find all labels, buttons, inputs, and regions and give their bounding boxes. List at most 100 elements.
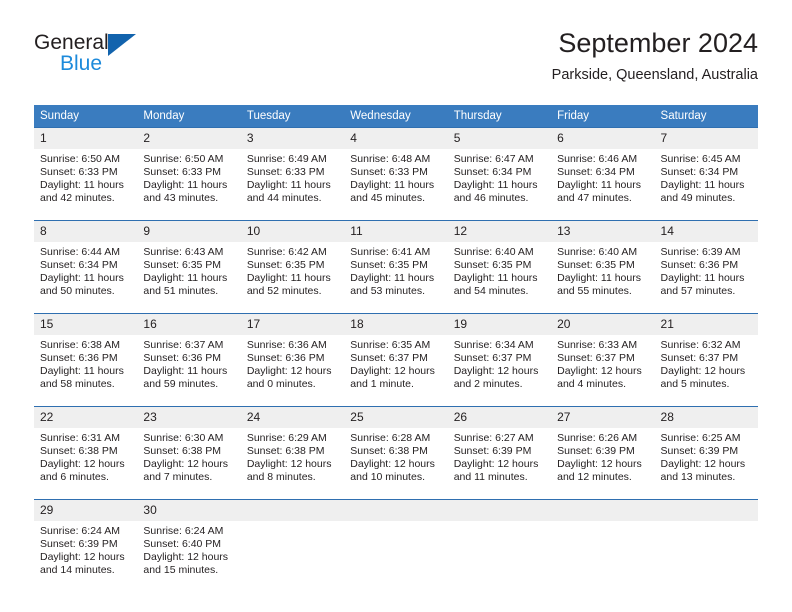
day-cell[interactable]: 1 Sunrise: 6:50 AM Sunset: 6:33 PM Daylight… xyxy=(34,127,138,211)
day-number: 13 xyxy=(551,221,655,242)
day-cell[interactable]: 9 Sunrise: 6:43 AM Sunset: 6:35 PM Daylight… xyxy=(137,220,241,304)
day-cell-empty xyxy=(240,499,345,583)
day-cell[interactable]: 11 Sunrise: 6:41 AM Sunset: 6:35 PM Dayligh… xyxy=(344,220,448,304)
calendar-cell: 12 Sunrise: 6:40 AM Sunset: 6:35 PM Dayligh… xyxy=(447,220,552,304)
day-cell[interactable]: 21 Sunrise: 6:32 AM Sunset: 6:37 PM Dayligh… xyxy=(654,313,758,397)
daylight-text: Daylight: 12 hours and 0 minutes. xyxy=(246,365,332,391)
sunset-text: Sunset: 6:37 PM xyxy=(453,352,532,365)
day-details: Sunrise: 6:40 AM Sunset: 6:35 PM Daylight:… xyxy=(448,242,551,298)
daylight-text: Daylight: 12 hours and 12 minutes. xyxy=(557,458,642,484)
sunrise-text: Sunrise: 6:42 AM xyxy=(246,246,327,258)
sunrise-text: Sunrise: 6:40 AM xyxy=(557,246,638,258)
day-details: Sunrise: 6:44 AM Sunset: 6:34 PM Daylight:… xyxy=(34,242,137,298)
day-details: Sunrise: 6:46 AM Sunset: 6:34 PM Daylight:… xyxy=(551,149,654,205)
day-cell[interactable]: 24 Sunrise: 6:29 AM Sunset: 6:38 PM Dayligh… xyxy=(240,406,345,490)
day-cell[interactable]: 28 Sunrise: 6:25 AM Sunset: 6:39 PM Dayligh… xyxy=(654,406,758,490)
page-title: September 2024 xyxy=(558,28,758,58)
day-cell[interactable]: 23 Sunrise: 6:30 AM Sunset: 6:38 PM Dayligh… xyxy=(137,406,241,490)
weekday-header-monday: Monday xyxy=(137,105,241,127)
sunset-text: Sunset: 6:38 PM xyxy=(40,445,118,458)
week-spacer-cell xyxy=(344,211,448,220)
day-cell[interactable]: 20 Sunrise: 6:33 AM Sunset: 6:37 PM Dayligh… xyxy=(551,313,655,397)
week-spacer-cell xyxy=(240,397,345,406)
week-spacer-cell xyxy=(654,304,758,313)
sunrise-text: Sunrise: 6:47 AM xyxy=(453,153,534,165)
sunset-text: Sunset: 6:36 PM xyxy=(246,352,325,365)
day-cell[interactable]: 3 Sunrise: 6:49 AM Sunset: 6:33 PM Daylight… xyxy=(240,127,345,211)
sunrise-text: Sunrise: 6:48 AM xyxy=(350,153,431,165)
day-cell[interactable]: 10 Sunrise: 6:42 AM Sunset: 6:35 PM Dayligh… xyxy=(240,220,345,304)
sunset-text: Sunset: 6:33 PM xyxy=(350,166,428,179)
brand-logo[interactable]: General Blue xyxy=(34,32,234,92)
day-number: 26 xyxy=(447,407,552,428)
daylight-text: Daylight: 11 hours and 52 minutes. xyxy=(246,272,331,298)
day-number xyxy=(447,500,552,521)
day-cell[interactable]: 15 Sunrise: 6:38 AM Sunset: 6:36 PM Dayligh… xyxy=(34,313,138,397)
day-number: 16 xyxy=(137,314,241,335)
day-cell[interactable]: 29 Sunrise: 6:24 AM Sunset: 6:39 PM Dayligh… xyxy=(34,499,138,583)
daylight-text: Daylight: 12 hours and 2 minutes. xyxy=(453,365,539,391)
day-cell[interactable]: 8 Sunrise: 6:44 AM Sunset: 6:34 PM Daylight… xyxy=(34,220,138,304)
day-number: 5 xyxy=(447,128,552,149)
sunrise-text: Sunrise: 6:44 AM xyxy=(40,246,120,258)
calendar-cell: 19 Sunrise: 6:34 AM Sunset: 6:37 PM Dayligh… xyxy=(447,313,552,397)
calendar-cell: 28 Sunrise: 6:25 AM Sunset: 6:39 PM Dayligh… xyxy=(654,406,758,490)
sunset-text: Sunset: 6:34 PM xyxy=(40,259,118,272)
day-cell[interactable]: 5 Sunrise: 6:47 AM Sunset: 6:34 PM Daylight… xyxy=(447,127,552,211)
week-spacer xyxy=(34,211,758,220)
day-number: 19 xyxy=(447,314,552,335)
week-spacer-cell xyxy=(447,304,552,313)
day-cell[interactable]: 22 Sunrise: 6:31 AM Sunset: 6:38 PM Dayligh… xyxy=(34,406,138,490)
daylight-text: Daylight: 12 hours and 6 minutes. xyxy=(40,458,125,484)
day-number: 18 xyxy=(344,314,448,335)
daylight-text: Daylight: 12 hours and 7 minutes. xyxy=(143,458,229,484)
day-number xyxy=(654,500,758,521)
day-cell[interactable]: 12 Sunrise: 6:40 AM Sunset: 6:35 PM Dayligh… xyxy=(447,220,552,304)
sunrise-text: Sunrise: 6:41 AM xyxy=(350,246,431,258)
day-cell[interactable]: 14 Sunrise: 6:39 AM Sunset: 6:36 PM Dayligh… xyxy=(654,220,758,304)
daylight-text: Daylight: 11 hours and 50 minutes. xyxy=(40,272,124,298)
day-cell[interactable]: 13 Sunrise: 6:40 AM Sunset: 6:35 PM Dayligh… xyxy=(551,220,655,304)
day-cell[interactable]: 30 Sunrise: 6:24 AM Sunset: 6:40 PM Dayligh… xyxy=(137,499,241,583)
day-cell[interactable]: 18 Sunrise: 6:35 AM Sunset: 6:37 PM Dayligh… xyxy=(344,313,448,397)
sunset-text: Sunset: 6:35 PM xyxy=(143,259,222,272)
day-cell[interactable]: 4 Sunrise: 6:48 AM Sunset: 6:33 PM Daylight… xyxy=(344,127,448,211)
day-number: 8 xyxy=(34,221,138,242)
sunset-text: Sunset: 6:39 PM xyxy=(453,445,532,458)
sunset-text: Sunset: 6:39 PM xyxy=(660,445,739,458)
calendar-cell xyxy=(447,499,552,583)
week-spacer-cell xyxy=(654,397,758,406)
sunset-text: Sunset: 6:35 PM xyxy=(557,259,635,272)
calendar-cell xyxy=(240,499,345,583)
day-cell[interactable]: 19 Sunrise: 6:34 AM Sunset: 6:37 PM Dayligh… xyxy=(447,313,552,397)
week-spacer xyxy=(34,397,758,406)
day-cell[interactable]: 7 Sunrise: 6:45 AM Sunset: 6:34 PM Daylight… xyxy=(654,127,758,211)
daylight-text: Daylight: 12 hours and 11 minutes. xyxy=(453,458,539,484)
calendar-cell: 9 Sunrise: 6:43 AM Sunset: 6:35 PM Daylight… xyxy=(137,220,241,304)
calendar-cell xyxy=(654,499,758,583)
day-number: 3 xyxy=(240,128,345,149)
day-details: Sunrise: 6:50 AM Sunset: 6:33 PM Daylight:… xyxy=(137,149,240,205)
day-number: 11 xyxy=(344,221,448,242)
calendar-cell: 22 Sunrise: 6:31 AM Sunset: 6:38 PM Dayligh… xyxy=(34,406,138,490)
day-cell[interactable]: 26 Sunrise: 6:27 AM Sunset: 6:39 PM Dayligh… xyxy=(447,406,552,490)
day-details: Sunrise: 6:48 AM Sunset: 6:33 PM Daylight:… xyxy=(344,149,447,205)
day-cell[interactable]: 6 Sunrise: 6:46 AM Sunset: 6:34 PM Daylight… xyxy=(551,127,655,211)
daylight-text: Daylight: 11 hours and 47 minutes. xyxy=(557,179,641,205)
sunrise-text: Sunrise: 6:33 AM xyxy=(557,339,638,351)
calendar-cell: 26 Sunrise: 6:27 AM Sunset: 6:39 PM Dayligh… xyxy=(447,406,552,490)
day-cell[interactable]: 27 Sunrise: 6:26 AM Sunset: 6:39 PM Dayligh… xyxy=(551,406,655,490)
calendar-cell: 1 Sunrise: 6:50 AM Sunset: 6:33 PM Daylight… xyxy=(34,127,138,211)
day-cell[interactable]: 17 Sunrise: 6:36 AM Sunset: 6:36 PM Dayligh… xyxy=(240,313,345,397)
week-spacer-cell xyxy=(551,490,655,499)
calendar-cell: 27 Sunrise: 6:26 AM Sunset: 6:39 PM Dayligh… xyxy=(551,406,655,490)
day-cell[interactable]: 16 Sunrise: 6:37 AM Sunset: 6:36 PM Dayligh… xyxy=(137,313,241,397)
day-details: Sunrise: 6:26 AM Sunset: 6:39 PM Daylight:… xyxy=(551,428,654,484)
day-cell[interactable]: 2 Sunrise: 6:50 AM Sunset: 6:33 PM Daylight… xyxy=(137,127,241,211)
title-block: September 2024 Parkside, Queensland, Aus… xyxy=(552,26,758,86)
day-details: Sunrise: 6:25 AM Sunset: 6:39 PM Daylight:… xyxy=(655,428,758,484)
week-spacer-cell xyxy=(240,304,345,313)
day-cell[interactable]: 25 Sunrise: 6:28 AM Sunset: 6:38 PM Dayligh… xyxy=(344,406,448,490)
week-spacer-cell xyxy=(137,211,241,220)
daylight-text: Daylight: 11 hours and 42 minutes. xyxy=(40,179,124,205)
